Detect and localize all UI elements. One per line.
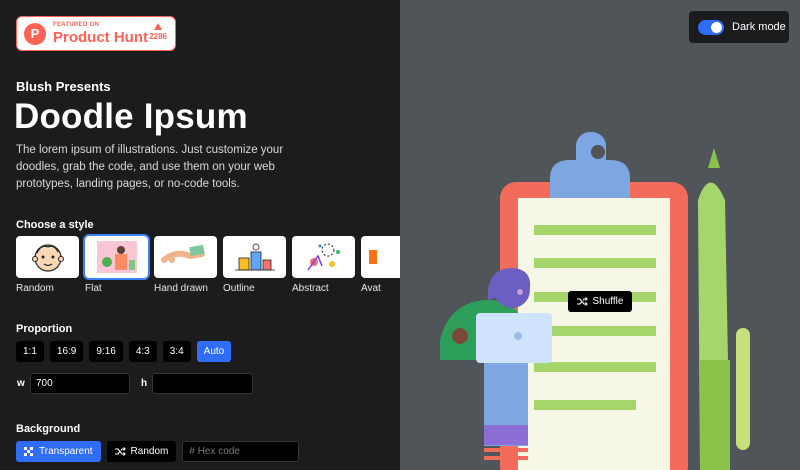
style-option-random[interactable]: Random [16, 236, 79, 294]
transparent-button[interactable]: Transparent [16, 441, 101, 462]
paper-line [534, 400, 636, 410]
pen-clip [736, 328, 750, 450]
width-input[interactable] [30, 373, 130, 394]
style-thumb-outline [223, 236, 286, 278]
person-sock-stripe [484, 456, 528, 460]
style-label-outline: Outline [223, 283, 255, 294]
background-options: Transparent Random [16, 441, 300, 462]
person-cheek [517, 289, 523, 295]
style-thumb-hand-drawn [154, 236, 217, 278]
checker-icon [24, 446, 33, 456]
paper-line [534, 326, 656, 336]
person-sock-stripe [484, 448, 528, 452]
doodle-illustration [440, 132, 750, 470]
proportion-3-4-button[interactable]: 3:4 [162, 341, 191, 362]
proportion-16-9-button[interactable]: 16:9 [49, 341, 84, 362]
style-label-abstract: Abstract [292, 283, 329, 294]
dark-mode-toggle[interactable]: Dark mode [689, 11, 789, 43]
style-option-abstract[interactable]: Abstract [292, 236, 355, 294]
transparent-label: Transparent [39, 446, 93, 457]
page-description: The lorem ipsum of illustrations. Just c… [16, 144, 284, 190]
page-title: Doodle Ipsum [14, 97, 248, 136]
product-hunt-name: Product Hunt [53, 29, 148, 46]
product-hunt-vote-count: 2286 [149, 32, 167, 41]
person-shoes-top [484, 425, 528, 445]
background-label: Background [16, 423, 81, 435]
proportion-4-3-button[interactable]: 4:3 [128, 341, 157, 362]
shuffle-icon [576, 297, 588, 306]
product-hunt-logo-icon: P [24, 22, 46, 45]
shuffle-icon [114, 447, 126, 456]
hex-code-input[interactable] [182, 441, 300, 462]
pen-lower [700, 360, 730, 470]
pen-tip [708, 148, 720, 168]
shuffle-button[interactable]: Shuffle [568, 291, 632, 312]
width-label: w [17, 378, 25, 389]
proportion-9-16-button[interactable]: 9:16 [89, 341, 123, 362]
product-hunt-badge[interactable]: P FEATURED ON Product Hunt 2286 [16, 16, 176, 51]
style-label-random: Random [16, 283, 54, 294]
presents-label: Blush Presents [16, 79, 111, 94]
product-hunt-featured: FEATURED ON [53, 22, 100, 28]
dark-mode-label: Dark mode [732, 21, 786, 33]
style-label-avatar: Avat [361, 283, 381, 294]
style-label-hand-drawn: Hand drawn [154, 283, 208, 294]
style-thumb-random [16, 236, 79, 278]
style-section-label: Choose a style [16, 219, 94, 231]
style-option-outline[interactable]: Outline [223, 236, 286, 294]
style-list: Random Flat Hand drawn Outline Abstract … [16, 234, 400, 294]
laptop-screen [476, 313, 552, 363]
clipboard-clip-hole [591, 145, 605, 159]
laptop-logo [514, 332, 522, 340]
style-thumb-avatar [361, 236, 400, 278]
random-background-button[interactable]: Random [106, 441, 177, 462]
upvote-triangle-icon [154, 23, 163, 30]
proportion-options: 1:1 16:9 9:16 4:3 3:4 Auto [16, 341, 232, 362]
dark-mode-switch[interactable] [698, 19, 724, 35]
paper-line [534, 225, 656, 235]
control-panel: P FEATURED ON Product Hunt 2286 Blush Pr… [0, 0, 400, 470]
shuffle-label: Shuffle [592, 296, 624, 307]
style-option-hand-drawn[interactable]: Hand drawn [154, 236, 217, 294]
random-background-label: Random [130, 446, 169, 457]
style-thumb-flat [83, 234, 150, 280]
paper-line [534, 258, 656, 268]
proportion-auto-button[interactable]: Auto [196, 341, 232, 362]
style-thumb-abstract [292, 236, 355, 278]
style-option-avatar[interactable]: Avat [361, 236, 400, 294]
proportion-1-1-button[interactable]: 1:1 [16, 341, 44, 362]
person-hand [452, 328, 468, 344]
proportion-label: Proportion [16, 323, 73, 335]
style-option-flat[interactable]: Flat [83, 234, 150, 294]
height-input[interactable] [152, 373, 253, 394]
product-hunt-text: FEATURED ON Product Hunt [53, 22, 148, 45]
style-label-flat: Flat [85, 283, 102, 294]
height-label: h [141, 378, 148, 389]
product-hunt-votes: 2286 [149, 23, 167, 41]
paper-line [534, 362, 656, 372]
